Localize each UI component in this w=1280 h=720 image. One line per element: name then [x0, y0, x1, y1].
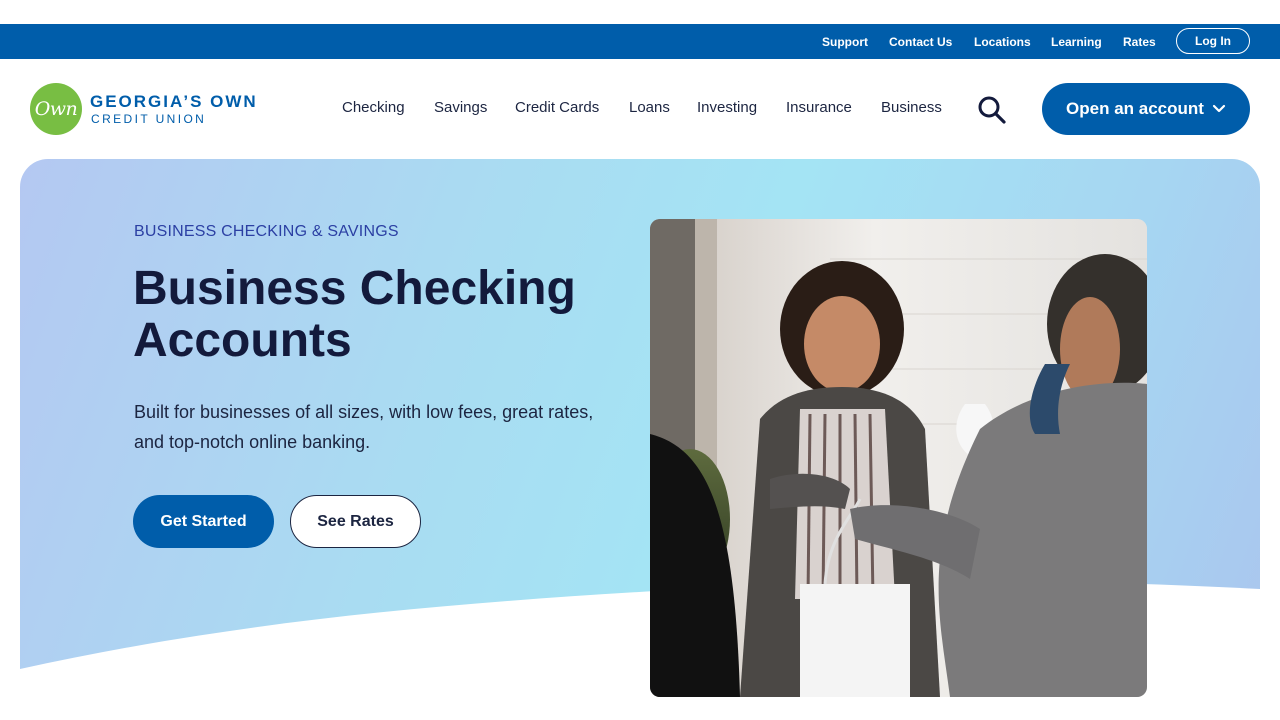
nav-loans[interactable]: Loans: [629, 99, 670, 117]
hero-photo: [650, 219, 1147, 697]
login-button[interactable]: Log In: [1176, 28, 1250, 54]
nav-insurance[interactable]: Insurance: [786, 99, 852, 117]
search-icon[interactable]: [976, 95, 1008, 125]
logo-mark: Own: [34, 98, 78, 120]
utility-link-locations[interactable]: Locations: [974, 36, 1031, 49]
utility-bar: Support Contact Us Locations Learning Ra…: [0, 24, 1280, 59]
nav-checking[interactable]: Checking: [342, 99, 405, 117]
chevron-down-icon: [1212, 104, 1226, 113]
see-rates-button[interactable]: See Rates: [290, 495, 421, 548]
logo[interactable]: Own GEORGIA’S OWN CREDIT UNION: [30, 83, 280, 135]
logo-badge: Own: [30, 83, 82, 135]
nav-credit-cards[interactable]: Credit Cards: [515, 99, 599, 117]
hero-eyebrow: BUSINESS CHECKING & SAVINGS: [134, 223, 399, 240]
utility-link-contact-us[interactable]: Contact Us: [889, 36, 952, 49]
nav-savings[interactable]: Savings: [434, 99, 487, 117]
nav-investing[interactable]: Investing: [697, 99, 757, 117]
get-started-button[interactable]: Get Started: [133, 495, 274, 548]
logo-wordmark: GEORGIA’S OWN: [90, 92, 258, 111]
main-header: Own GEORGIA’S OWN CREDIT UNION Checking …: [0, 59, 1280, 159]
open-account-button[interactable]: Open an account: [1042, 83, 1250, 135]
utility-link-learning[interactable]: Learning: [1051, 36, 1102, 49]
hero-title: Business Checking Accounts: [133, 262, 576, 367]
logo-subtitle: CREDIT UNION: [91, 112, 207, 126]
open-account-label: Open an account: [1066, 99, 1204, 118]
nav-business[interactable]: Business: [881, 99, 942, 117]
utility-link-rates[interactable]: Rates: [1123, 36, 1156, 49]
utility-link-support[interactable]: Support: [822, 36, 868, 49]
hero-description: Built for businesses of all sizes, with …: [134, 402, 594, 452]
